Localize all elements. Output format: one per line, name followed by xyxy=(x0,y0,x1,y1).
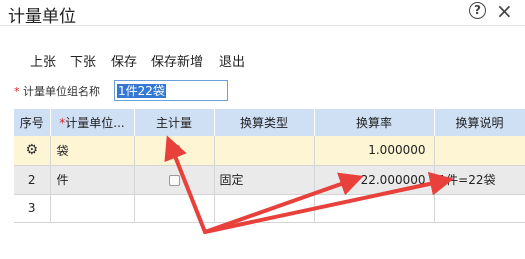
row-rate[interactable] xyxy=(314,194,435,223)
row-seq: 3 xyxy=(14,194,51,223)
main-checkbox[interactable]: ✔ xyxy=(168,145,180,157)
row-rate[interactable]: 1.000000 xyxy=(314,136,435,166)
row-main[interactable] xyxy=(134,194,215,223)
col-desc[interactable]: 换算说明 xyxy=(434,109,525,136)
row-seq[interactable]: ⚙ xyxy=(14,136,51,166)
col-name-label: 计量单位... xyxy=(65,116,125,130)
row-conv-type[interactable] xyxy=(214,136,315,166)
group-name-label: * 计量单位组名称 xyxy=(14,83,100,99)
row-name[interactable] xyxy=(50,194,135,223)
col-rate[interactable]: 换算率 xyxy=(314,109,435,136)
table-row[interactable]: 2 件 固定 22.000000 1件=22袋 xyxy=(14,165,525,195)
table-row[interactable]: 3 xyxy=(14,194,525,223)
help-icon[interactable]: ? xyxy=(469,2,486,19)
main-checkbox[interactable] xyxy=(168,174,180,186)
required-mark: * xyxy=(14,85,20,98)
save-new-button[interactable]: 保存新增 xyxy=(151,51,203,70)
row-main[interactable] xyxy=(134,165,215,195)
col-conv-type[interactable]: 换算类型 xyxy=(214,109,315,136)
exit-button[interactable]: 退出 xyxy=(219,51,245,70)
next-button[interactable]: 下张 xyxy=(70,51,96,70)
gear-icon[interactable]: ⚙ xyxy=(25,142,38,158)
row-name[interactable]: 袋 xyxy=(50,136,135,166)
col-name[interactable]: *计量单位... xyxy=(50,109,135,136)
row-main[interactable]: ✔ xyxy=(134,136,215,166)
window-title: 计量单位 xyxy=(8,7,76,27)
row-desc[interactable] xyxy=(434,194,525,223)
title-bar: 计量单位 ? × xyxy=(0,0,525,27)
group-name-input[interactable]: 1件22袋 xyxy=(114,80,228,101)
col-seq[interactable]: 序号 xyxy=(14,109,51,136)
row-desc[interactable]: 1件=22袋 xyxy=(434,165,525,195)
prev-button[interactable]: 上张 xyxy=(30,51,56,70)
row-conv-type[interactable] xyxy=(214,194,315,223)
group-name-value: 1件22袋 xyxy=(117,84,166,98)
close-icon[interactable]: × xyxy=(496,0,513,22)
row-rate[interactable]: 22.000000 xyxy=(314,165,435,195)
row-conv-type[interactable]: 固定 xyxy=(214,165,315,195)
table-row[interactable]: ⚙ 袋 ✔ 1.000000 xyxy=(14,136,525,166)
group-name-label-text: 计量单位组名称 xyxy=(23,85,100,98)
row-desc[interactable] xyxy=(434,136,525,166)
grid-header: 序号 *计量单位... 主计量 换算类型 换算率 换算说明 xyxy=(14,109,525,136)
col-main[interactable]: 主计量 xyxy=(134,109,215,136)
row-seq: 2 xyxy=(14,165,51,195)
save-button[interactable]: 保存 xyxy=(111,51,137,70)
row-name[interactable]: 件 xyxy=(50,165,135,195)
unit-grid: 序号 *计量单位... 主计量 换算类型 换算率 换算说明 ⚙ 袋 ✔ 1.00… xyxy=(14,109,525,223)
